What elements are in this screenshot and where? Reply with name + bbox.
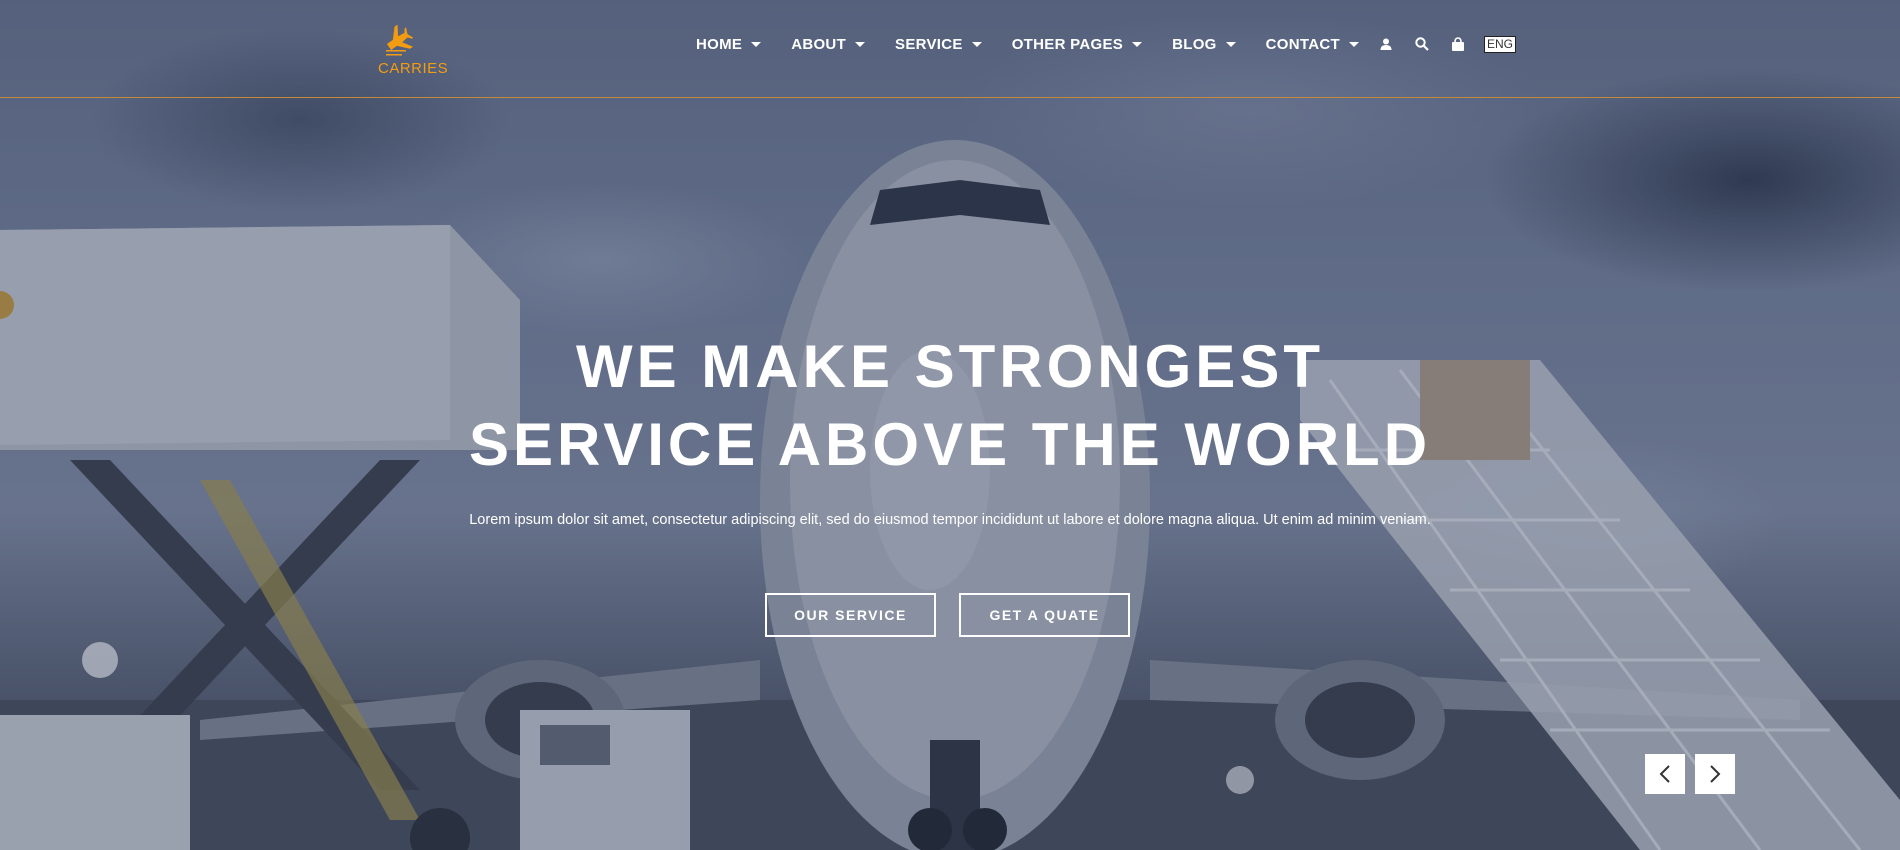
slider-prev-button[interactable] bbox=[1645, 754, 1685, 794]
language-selector[interactable]: ENG bbox=[1484, 35, 1517, 53]
hero-subtitle: Lorem ipsum dolor sit amet, consectetur … bbox=[469, 512, 1431, 528]
slider-navigation bbox=[1645, 754, 1735, 794]
nav-item-contact[interactable]: CONTACT bbox=[1266, 36, 1359, 53]
nav-item-label: HOME bbox=[696, 36, 743, 53]
caret-down-icon bbox=[751, 42, 762, 47]
site-header: CARRIES HOME ABOUT SERVICE OTHER PAGES B… bbox=[0, 0, 1900, 98]
hero-title: WE MAKE STRONGEST SERVICE ABOVE THE WORL… bbox=[0, 328, 1900, 484]
search-icon bbox=[1415, 37, 1429, 51]
airplane-logo-icon bbox=[386, 24, 414, 56]
nav-item-label: ABOUT bbox=[791, 36, 847, 53]
caret-down-icon bbox=[971, 42, 982, 47]
caret-down-icon bbox=[1348, 42, 1359, 47]
hero-title-line: WE MAKE STRONGEST bbox=[575, 333, 1324, 400]
brand-logo[interactable]: CARRIES bbox=[378, 24, 458, 80]
nav-item-label: BLOG bbox=[1172, 36, 1217, 53]
our-service-button[interactable]: OUR SERVICE bbox=[765, 593, 936, 637]
nav-item-other-pages[interactable]: OTHER PAGES bbox=[1011, 36, 1143, 53]
chevron-right-icon bbox=[1710, 765, 1721, 783]
slider-next-button[interactable] bbox=[1695, 754, 1735, 794]
cart-button[interactable] bbox=[1440, 34, 1476, 54]
main-navigation: HOME ABOUT SERVICE OTHER PAGES BLOG CONT… bbox=[696, 36, 1389, 53]
user-account-button[interactable] bbox=[1368, 34, 1404, 54]
caret-down-icon bbox=[1132, 42, 1143, 47]
nav-item-label: CONTACT bbox=[1265, 36, 1340, 53]
get-a-quote-button[interactable]: GET A QUATE bbox=[959, 593, 1130, 637]
shopping-bag-icon bbox=[1452, 37, 1464, 51]
user-icon bbox=[1380, 38, 1392, 50]
nav-item-home[interactable]: HOME bbox=[696, 36, 762, 53]
nav-item-label: OTHER PAGES bbox=[1011, 36, 1124, 53]
nav-item-label: SERVICE bbox=[895, 36, 963, 53]
brand-name: CARRIES bbox=[378, 60, 449, 77]
nav-item-service[interactable]: SERVICE bbox=[895, 36, 982, 53]
header-tools: ENG bbox=[1368, 34, 1517, 54]
nav-item-blog[interactable]: BLOG bbox=[1172, 36, 1236, 53]
nav-item-about[interactable]: ABOUT bbox=[791, 36, 866, 53]
chevron-left-icon bbox=[1659, 765, 1670, 783]
hero-title-line: SERVICE ABOVE THE WORLD bbox=[468, 411, 1432, 478]
caret-down-icon bbox=[1225, 42, 1236, 47]
caret-down-icon bbox=[855, 42, 866, 47]
search-button[interactable] bbox=[1404, 34, 1440, 54]
hero-buttons: OUR SERVICE GET A QUATE bbox=[765, 593, 1130, 637]
